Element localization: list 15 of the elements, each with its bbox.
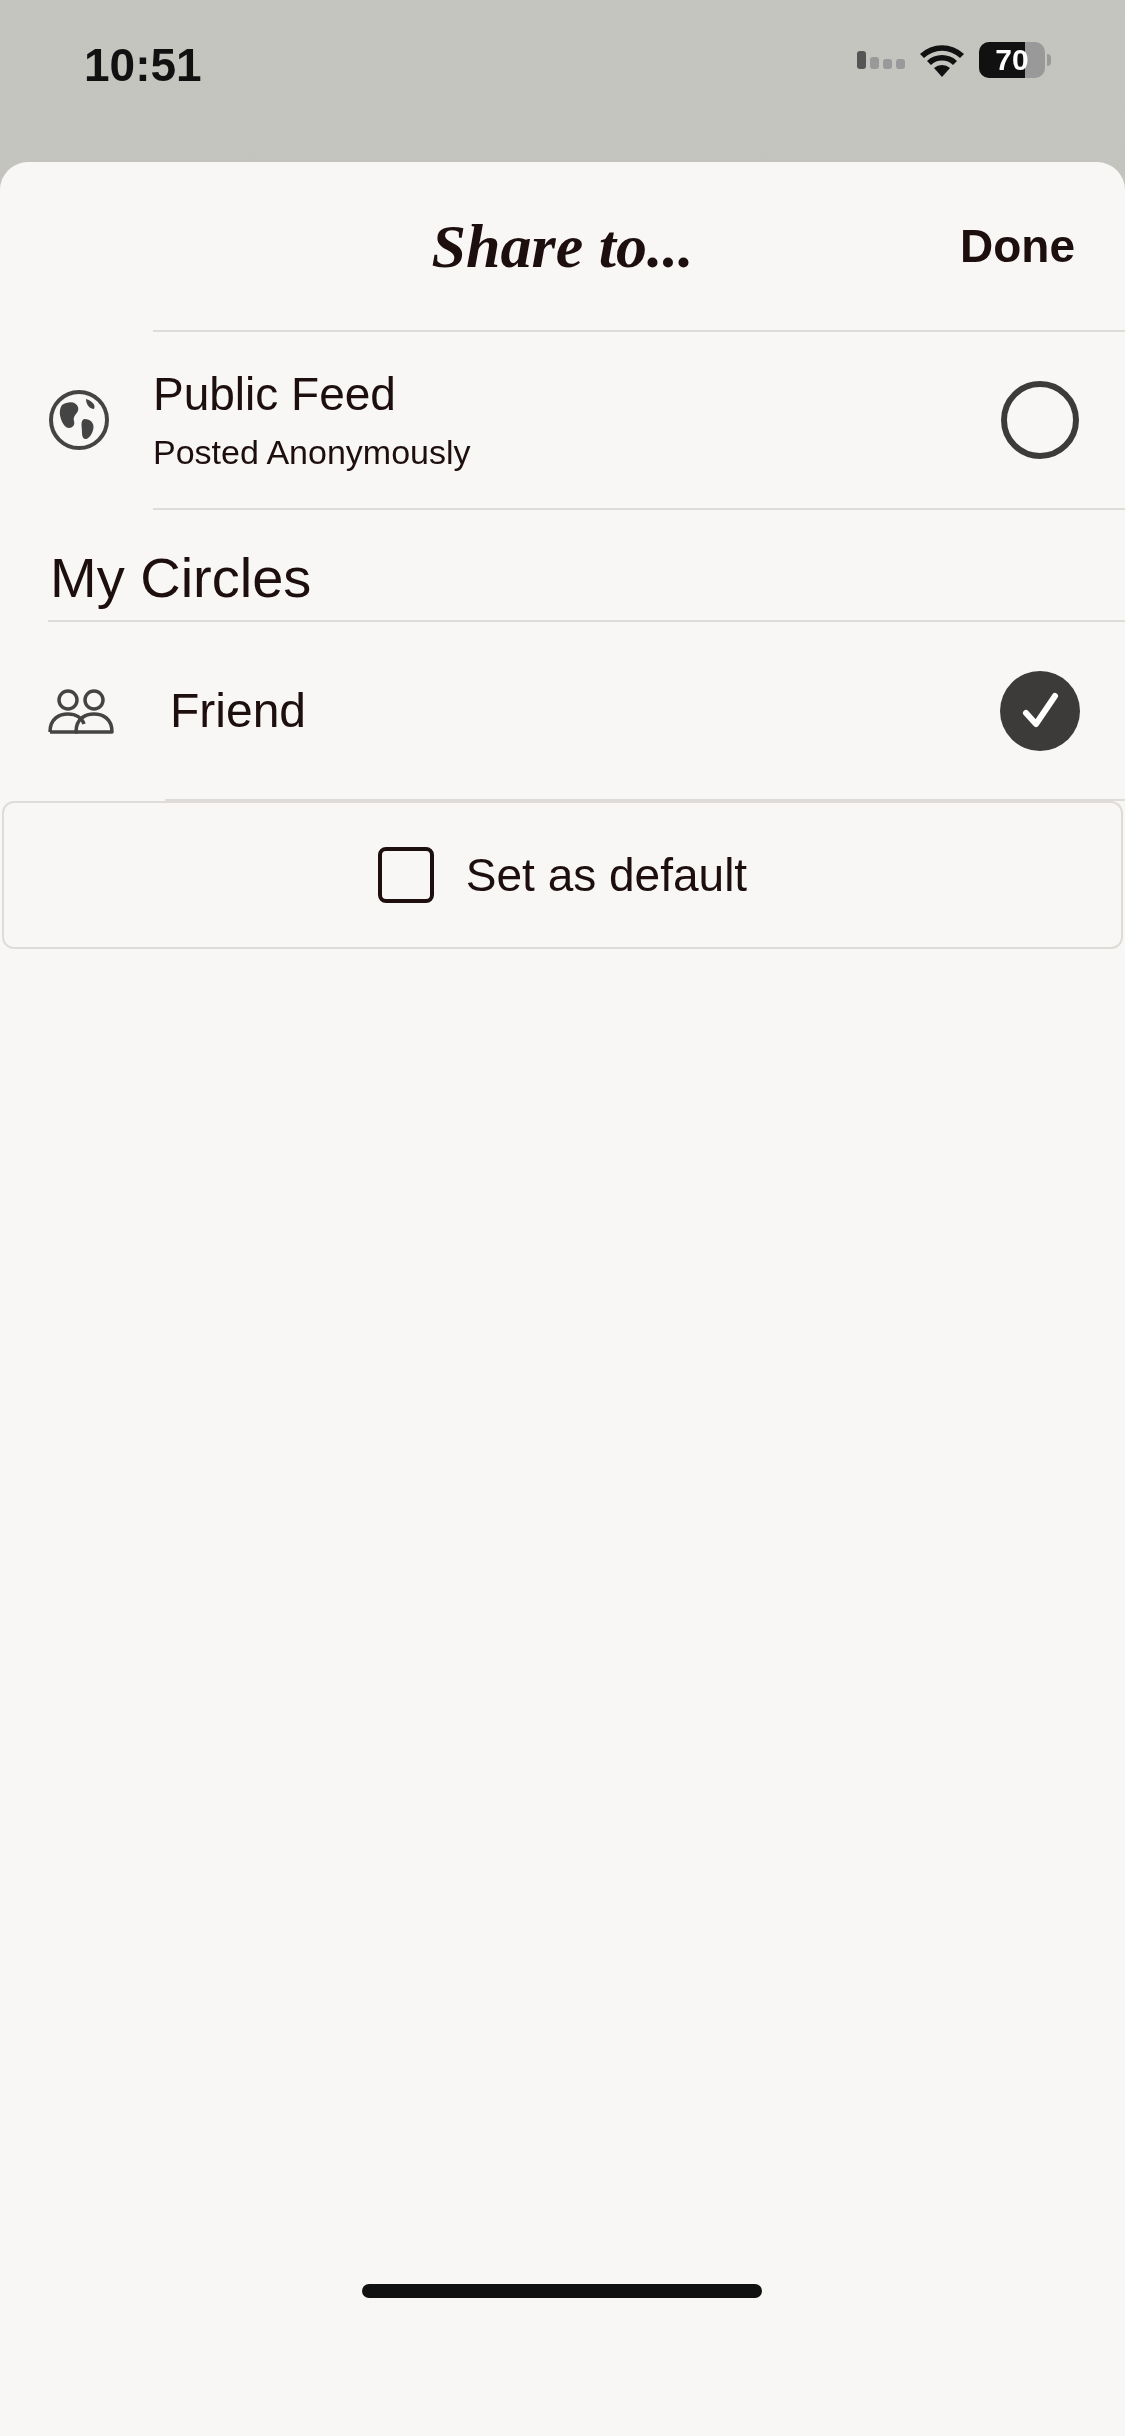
set-default-button[interactable]: Set as default [2, 801, 1123, 949]
checkbox[interactable] [377, 847, 434, 903]
radio-circle-icon[interactable] [1000, 380, 1080, 460]
wifi-icon [919, 43, 965, 77]
signal-icon [857, 49, 905, 71]
destination-title: Public Feed [153, 371, 397, 417]
globe-icon [48, 389, 110, 451]
circle-row[interactable]: Friend [0, 622, 1125, 799]
selected-check-icon[interactable] [1000, 670, 1080, 751]
destination-subtitle: Posted Anonymously [153, 435, 472, 469]
circle-name: Friend [170, 686, 308, 735]
destination-row[interactable]: Public Feed Posted Anonymously [0, 332, 1125, 508]
status-time: 10:51 [84, 42, 202, 88]
done-button[interactable]: Done [960, 211, 1075, 281]
sheet-title: Share to... [431, 210, 694, 282]
